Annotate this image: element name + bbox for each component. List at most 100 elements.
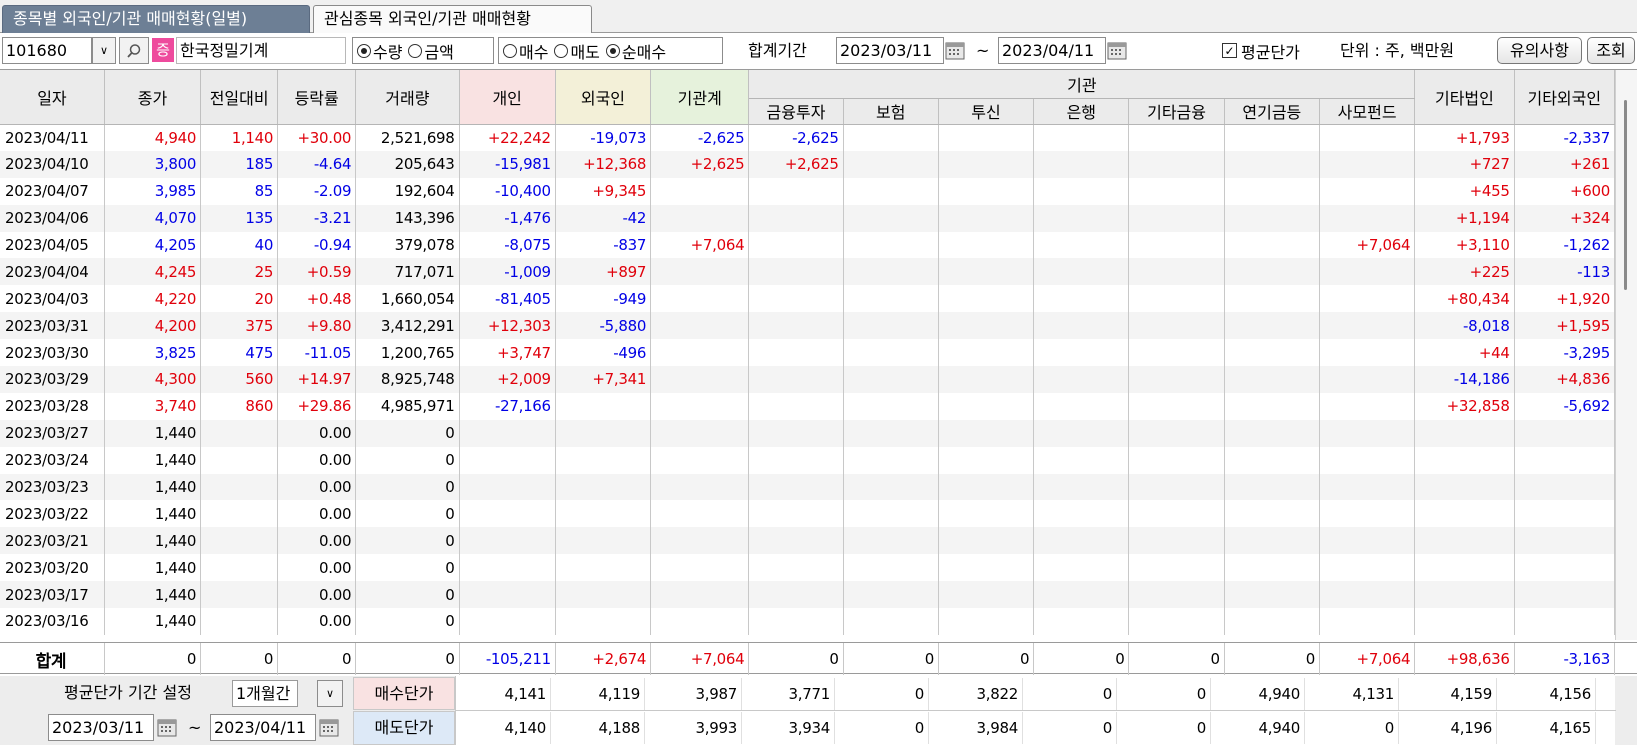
table-cell — [1514, 419, 1616, 447]
table-cell — [1128, 581, 1225, 609]
calendar-icon[interactable] — [318, 716, 340, 738]
table-cell — [938, 150, 1035, 178]
stock-name-field[interactable]: 한국정밀기계 — [176, 37, 346, 64]
table-cell — [650, 554, 750, 582]
table-row[interactable]: 2023/04/03 4,220 20 +0.48 1,660,054 -81,405 -9… — [0, 285, 1616, 313]
table-cell: +7,064 — [650, 231, 750, 259]
table-cell — [748, 473, 844, 501]
radio-buy[interactable]: 매수 — [503, 39, 548, 63]
table-cell — [200, 554, 279, 582]
table-cell: 0.00 — [277, 473, 357, 501]
avg-period-select[interactable]: 1개월간 — [232, 680, 298, 707]
query-button[interactable]: 조회 — [1587, 37, 1635, 64]
table-row[interactable]: 2023/04/04 4,245 25 +0.59 717,071 -1,009 +897 +… — [0, 258, 1616, 286]
table-row[interactable]: 2023/03/30 3,825 475 -11.05 1,200,765 +3,747-… — [0, 339, 1616, 367]
avg-date-to-input[interactable]: 2023/04/11 — [210, 714, 316, 741]
radio-net-buy[interactable]: 순매수 — [605, 39, 666, 63]
col-header-date[interactable]: 일자 — [0, 70, 105, 125]
table-cell: +1,920 — [1514, 285, 1616, 313]
col-header-rate[interactable]: 등락률 — [277, 70, 357, 125]
col-header-pension[interactable]: 연기금등 — [1224, 98, 1320, 125]
table-cell — [938, 285, 1035, 313]
sum-label: 합계 — [0, 643, 105, 675]
search-button[interactable] — [119, 37, 149, 64]
calendar-icon[interactable] — [1106, 39, 1128, 61]
col-header-change[interactable]: 전일대비 — [200, 70, 279, 125]
col-header-private-fund[interactable]: 사모펀드 — [1319, 98, 1416, 125]
col-header-bank[interactable]: 은행 — [1033, 98, 1130, 125]
table-row[interactable]: 2023/03/22 1,440 0.00 0 — [0, 500, 1616, 528]
date-to-input[interactable]: 2023/04/11 — [998, 37, 1106, 64]
calendar-icon[interactable] — [156, 716, 178, 738]
table-row[interactable]: 2023/03/20 1,440 0.00 0 — [0, 554, 1616, 582]
sell-price-cell: 3,934 — [742, 712, 835, 744]
table-row[interactable]: 2023/03/21 1,440 0.00 0 — [0, 527, 1616, 555]
table-cell — [1224, 339, 1320, 367]
table-cell — [1128, 392, 1225, 420]
col-header-close[interactable]: 종가 — [104, 70, 202, 125]
radio-quantity[interactable]: 수량 — [357, 39, 402, 63]
period-dropdown-button[interactable]: ∨ — [317, 680, 343, 707]
table-row[interactable]: 2023/04/11 4,940 1,140 +30.00 2,521,698 +22,2… — [0, 124, 1616, 151]
date-from-input[interactable]: 2023/03/11 — [836, 37, 944, 64]
vertical-scrollbar[interactable] — [1615, 70, 1637, 640]
code-dropdown-button[interactable]: ∨ — [92, 37, 116, 64]
buy-price-cell: 4,940 — [1211, 678, 1305, 710]
table-cell — [748, 500, 844, 528]
table-row[interactable]: 2023/03/28 3,740 860 +29.86 4,985,971 -27,166… — [0, 392, 1616, 420]
table-row[interactable]: 2023/04/07 3,985 85 -2.09 192,604 -10,400 +9,3… — [0, 177, 1616, 205]
col-header-other-finance[interactable]: 기타금융 — [1128, 98, 1225, 125]
col-header-insurance[interactable]: 보험 — [843, 98, 939, 125]
col-header-individual[interactable]: 개인 — [459, 70, 556, 125]
tab-stock-daily[interactable]: 종목별 외국인/기관 매매현황(일별) — [2, 5, 310, 33]
table-cell — [748, 608, 844, 635]
table-cell: 1,440 — [104, 608, 202, 635]
notice-button[interactable]: 유의사항 — [1497, 37, 1582, 64]
table-cell — [1319, 554, 1416, 582]
table-row[interactable]: 2023/03/23 1,440 0.00 0 — [0, 473, 1616, 501]
table-row[interactable]: 2023/03/16 1,440 0.00 0 — [0, 608, 1616, 635]
col-header-volume[interactable]: 거래량 — [355, 70, 460, 125]
avg-price-checkbox[interactable]: ✓ 평균단가 — [1222, 37, 1300, 64]
table-row[interactable]: 2023/03/17 1,440 0.00 0 — [0, 581, 1616, 609]
col-header-institution-total[interactable]: 기관계 — [650, 70, 750, 125]
table-cell: -2,625 — [748, 124, 844, 151]
table-cell — [1128, 124, 1225, 151]
app-window: 종목별 외국인/기관 매매현황(일별) 관심종목 외국인/기관 매매현황 101… — [0, 0, 1637, 745]
table-cell: 1,440 — [104, 500, 202, 528]
table-cell — [1414, 581, 1515, 609]
cell-date: 2023/03/29 — [0, 366, 105, 393]
table-row[interactable]: 2023/03/31 4,200 375 +9.80 3,412,291 +12,303-… — [0, 312, 1616, 340]
table-cell — [1128, 527, 1225, 555]
table-cell — [1128, 258, 1225, 286]
table-row[interactable]: 2023/04/06 4,070 135 -3.21 143,396 -1,476 -42 +… — [0, 204, 1616, 232]
table-cell: 0 — [355, 446, 460, 474]
col-header-other-foreign[interactable]: 기타외국인 — [1514, 70, 1616, 125]
table-row[interactable]: 2023/03/27 1,440 0.00 0 — [0, 419, 1616, 447]
table-cell — [1033, 419, 1130, 447]
col-header-foreign[interactable]: 외국인 — [555, 70, 652, 125]
avg-date-from-input[interactable]: 2023/03/11 — [48, 714, 154, 741]
table-cell — [748, 446, 844, 474]
table-row[interactable]: 2023/04/10 3,800 185 -4.64 205,643 -15,981 +12… — [0, 150, 1616, 178]
table-row[interactable]: 2023/03/29 4,300 560 +14.97 8,925,748 +2,009 +… — [0, 366, 1616, 393]
table-cell — [1319, 258, 1416, 286]
tab-watchlist[interactable]: 관심종목 외국인/기관 매매현황 — [313, 5, 592, 33]
table-row[interactable]: 2023/04/05 4,205 40 -0.94 379,078 -8,075 -837 +… — [0, 231, 1616, 259]
sum-cell: +98,636 — [1414, 643, 1515, 675]
calendar-icon[interactable] — [944, 39, 966, 61]
buy-price-cell: 4,156 — [1497, 678, 1596, 710]
radio-sell[interactable]: 매도 — [554, 39, 600, 63]
table-cell: +12,303 — [459, 312, 556, 340]
table-cell: -2,625 — [650, 124, 750, 151]
stock-code-input[interactable]: 101680 — [2, 37, 92, 64]
table-cell — [843, 258, 939, 286]
col-header-other-corp[interactable]: 기타법인 — [1414, 70, 1515, 125]
radio-amount[interactable]: 금액 — [408, 39, 454, 63]
col-header-financial-invest[interactable]: 금융투자 — [748, 98, 844, 125]
scrollbar-thumb[interactable] — [1624, 100, 1627, 290]
table-cell — [1033, 608, 1130, 635]
col-header-trust[interactable]: 투신 — [938, 98, 1035, 125]
table-row[interactable]: 2023/03/24 1,440 0.00 0 — [0, 446, 1616, 474]
sum-cell: 0 — [748, 643, 844, 675]
